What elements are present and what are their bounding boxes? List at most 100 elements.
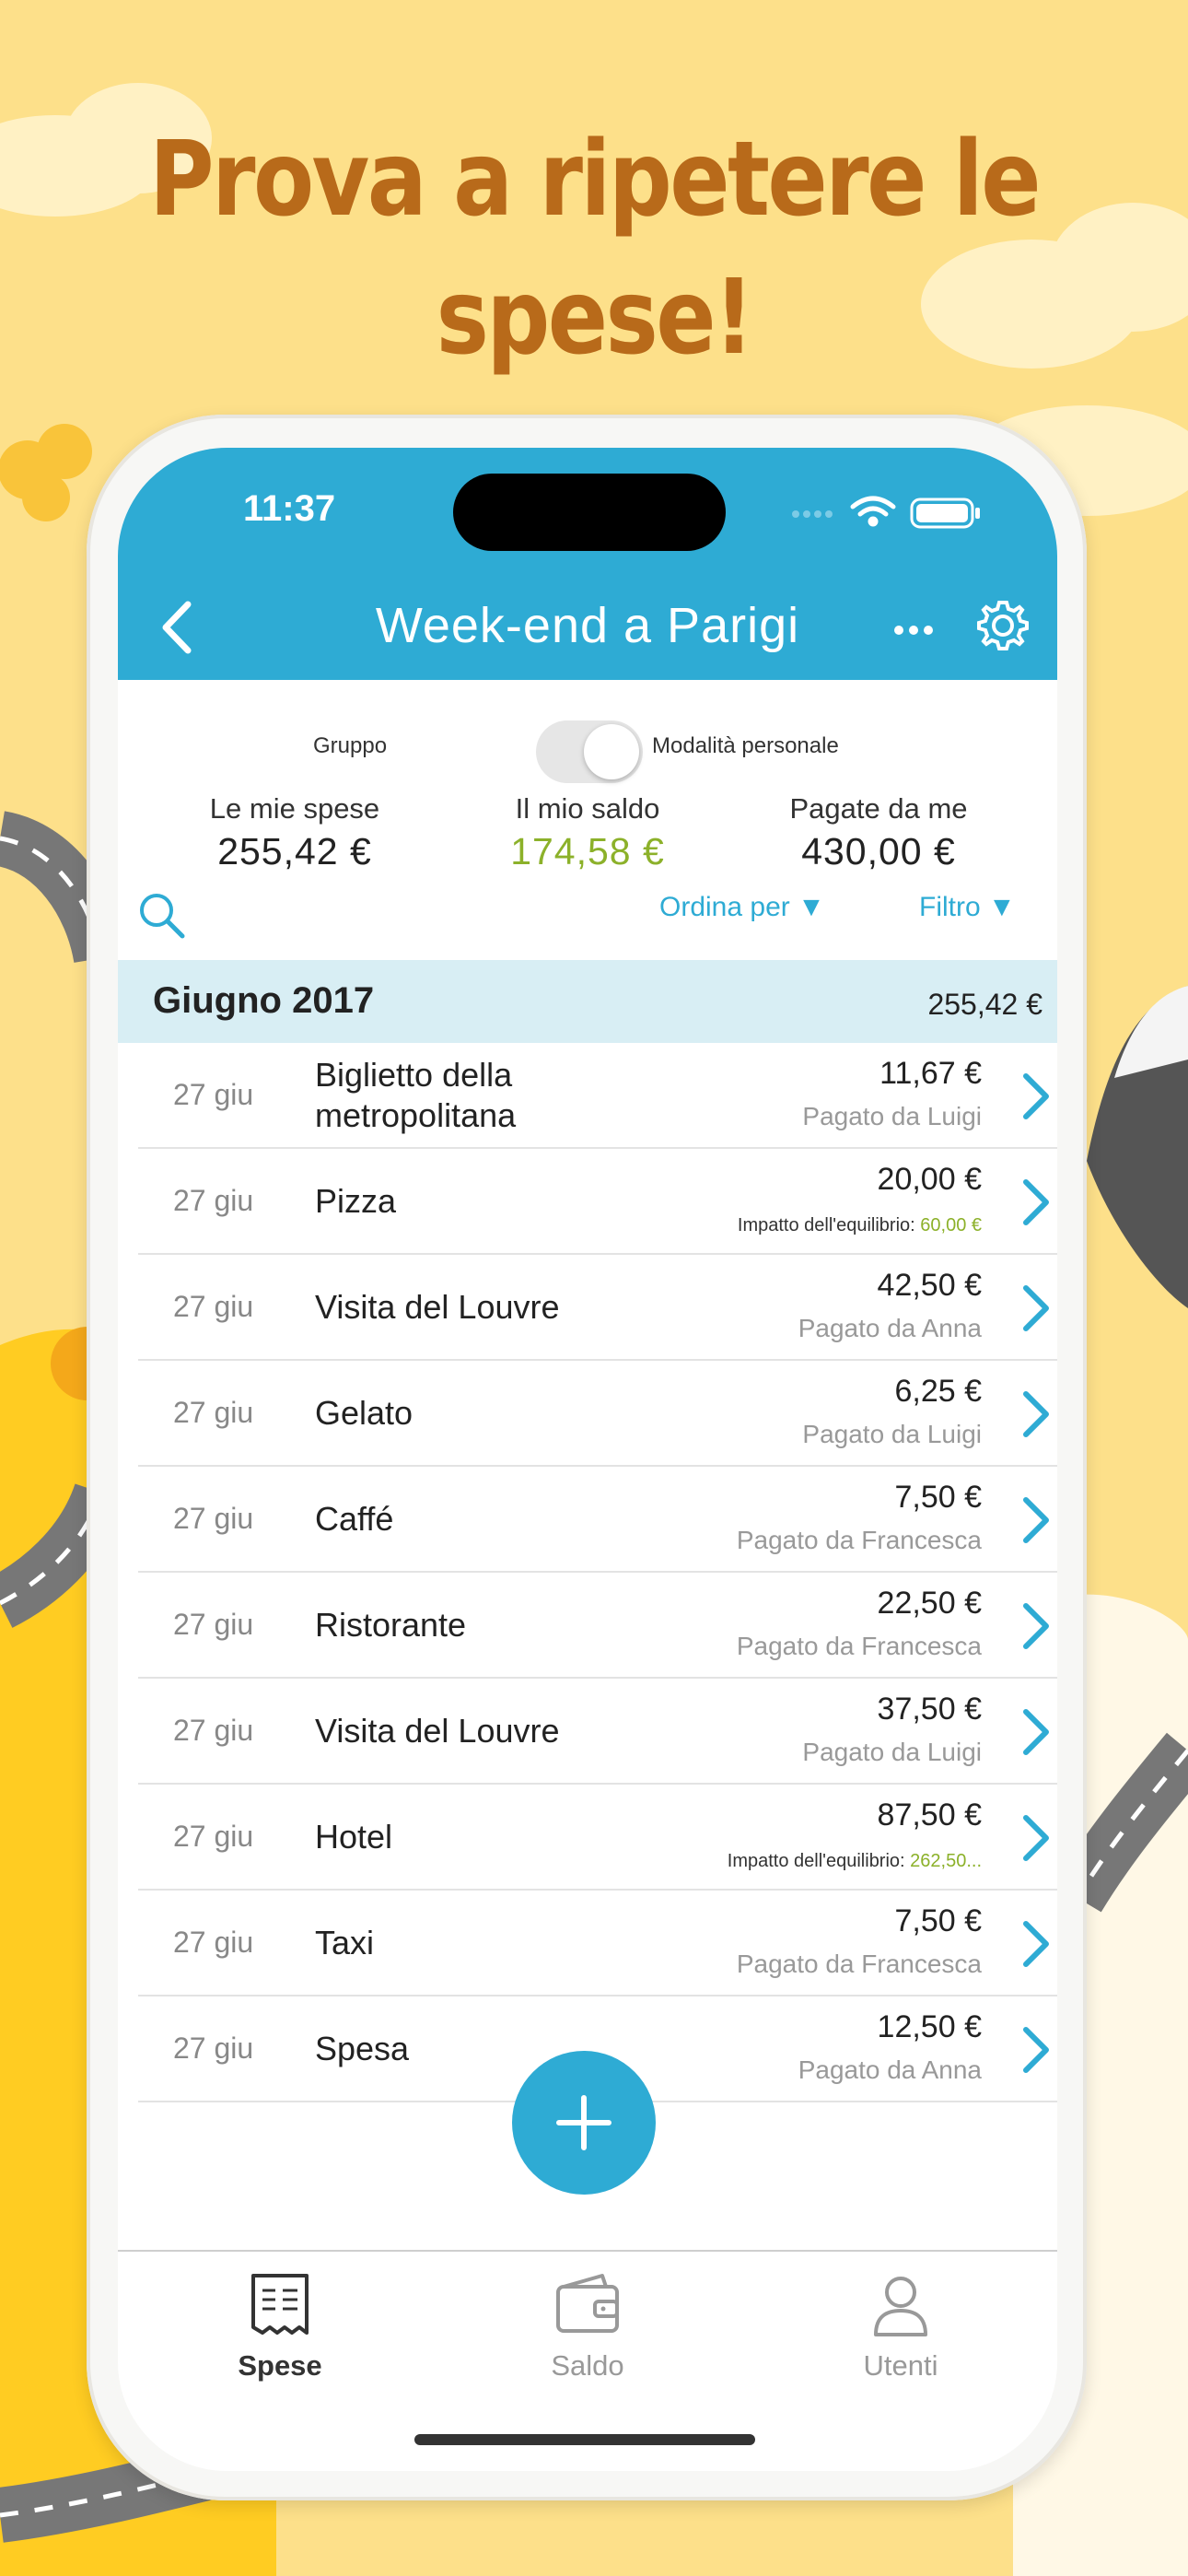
gear-icon[interactable] xyxy=(974,597,1031,654)
impact-label: Impatto dell'equilibrio: xyxy=(737,1215,921,1235)
home-indicator xyxy=(414,2434,755,2445)
balance-impact: Impatto dell'equilibrio: 60,00 € xyxy=(738,1215,982,1236)
battery-icon xyxy=(910,498,980,529)
paid-by: Pagato da Luigi xyxy=(802,1738,982,1766)
list-item[interactable]: 27 giu Ristorante 22,50 € Pagato da Frances… xyxy=(138,1573,1057,1679)
chevron-right-icon xyxy=(1023,1285,1049,1331)
expense-date: 27 giu xyxy=(173,1820,254,1853)
list-item[interactable]: 27 giu Visita del Louvre 42,50 € Pagato da … xyxy=(138,1255,1057,1361)
add-expense-button[interactable] xyxy=(512,2051,656,2195)
status-time: 11:37 xyxy=(243,488,336,529)
list-item[interactable]: 27 giu Biglietto della metropolitana 11,67… xyxy=(138,1043,1057,1149)
list-item[interactable]: 27 giu Caffé 7,50 € Pagato da Francesca xyxy=(138,1467,1057,1573)
list-item[interactable]: 27 giu Gelato 6,25 € Pagato da Luigi xyxy=(138,1361,1057,1467)
expense-amount: 22,50 € xyxy=(877,1586,982,1621)
chevron-right-icon xyxy=(1023,2027,1049,2073)
summary-my-balance: Il mio saldo 174,58 € xyxy=(449,790,726,875)
paid-by: Pagato da Anna xyxy=(798,2055,982,2084)
chevron-right-icon xyxy=(1023,1179,1049,1225)
filter-button[interactable]: Filtro ▼ xyxy=(919,892,1016,923)
expense-date: 27 giu xyxy=(173,1078,254,1111)
tab-balance[interactable]: Saldo xyxy=(486,2272,689,2383)
expense-name: Hotel xyxy=(315,1817,393,1856)
receipt-icon xyxy=(251,2274,309,2335)
navigation-bar: 11:37 Week-end a Parigi xyxy=(118,448,1057,680)
expense-amount: 20,00 € xyxy=(877,1162,982,1197)
expense-amount: 87,50 € xyxy=(877,1797,982,1832)
wallet-icon xyxy=(556,2274,619,2333)
expense-amount: 37,50 € xyxy=(877,1692,982,1727)
expense-date: 27 giu xyxy=(173,1714,254,1747)
expense-name: Ristorante xyxy=(315,1605,467,1644)
expense-name: Biglietto della metropolitana xyxy=(315,1055,517,1134)
impact-value: 262,50... xyxy=(910,1851,982,1871)
list-item[interactable]: 27 giu Taxi 7,50 € Pagato da Francesca xyxy=(138,1891,1057,1996)
expense-name: Caffé xyxy=(315,1499,394,1538)
summary-value: 174,58 € xyxy=(510,830,665,872)
expense-date: 27 giu xyxy=(173,1926,254,1959)
sort-button[interactable]: Ordina per ▼ xyxy=(659,892,825,923)
summary-label: Le mie spese xyxy=(209,792,380,825)
chevron-right-icon xyxy=(1023,1073,1049,1119)
toggle-label-group: Gruppo xyxy=(313,733,388,758)
expense-amount: 7,50 € xyxy=(894,1903,982,1938)
chevron-right-icon xyxy=(1023,1603,1049,1649)
expense-date: 27 giu xyxy=(173,1184,254,1217)
tab-users[interactable]: Utenti xyxy=(799,2272,1002,2383)
expense-date: 27 giu xyxy=(173,1502,254,1535)
app-screen: 11:37 Week-end a Parigi Gruppo Modalità … xyxy=(118,448,1057,2471)
month-section-header: Giugno 2017 255,42 € xyxy=(118,960,1057,1043)
expense-date: 27 giu xyxy=(173,2032,254,2065)
expense-name: Gelato xyxy=(315,1393,413,1432)
page-title: Week-end a Parigi xyxy=(375,598,800,653)
expense-name: Taxi xyxy=(315,1923,375,1961)
paid-by: Pagato da Francesca xyxy=(736,1526,982,1554)
tab-expenses[interactable]: Spese xyxy=(179,2272,381,2383)
list-item[interactable]: 27 giu Pizza 20,00 € Impatto dell'equilibri… xyxy=(138,1149,1057,1255)
toggle-label-personal: Modalità personale xyxy=(652,733,839,758)
paid-by: Pagato da Luigi xyxy=(802,1420,982,1448)
impact-value: 60,00 € xyxy=(920,1215,982,1235)
paid-by: Pagato da Francesca xyxy=(736,1950,982,1978)
paid-by: Pagato da Anna xyxy=(798,1314,982,1342)
summary-my-expenses: Le mie spese 255,42 € xyxy=(157,790,433,875)
list-item[interactable]: 27 giu Hotel 87,50 € Impatto dell'equilibri… xyxy=(138,1785,1057,1891)
balance-impact: Impatto dell'equilibrio: 262,50... xyxy=(728,1851,982,1872)
paid-by: Pagato da Luigi xyxy=(802,1102,982,1130)
chevron-right-icon xyxy=(1023,1391,1049,1437)
summary-stats: Le mie spese 255,42 € Il mio saldo 174,5… xyxy=(118,790,1057,892)
headline: Prova a ripetere le spese! xyxy=(83,111,1104,387)
search-icon[interactable] xyxy=(134,888,188,942)
plus-icon xyxy=(556,2095,611,2150)
month-title: Giugno 2017 xyxy=(153,980,375,1021)
expense-amount: 12,50 € xyxy=(877,2009,982,2044)
paid-by: Pagato da Francesca xyxy=(736,1632,982,1660)
summary-value: 430,00 € xyxy=(801,830,956,872)
list-item[interactable]: 27 giu Visita del Louvre 37,50 € Pagato da … xyxy=(138,1679,1057,1785)
expense-amount: 11,67 € xyxy=(879,1056,982,1091)
back-chevron-icon[interactable] xyxy=(149,595,204,660)
expense-name: Visita del Louvre xyxy=(315,1287,560,1326)
summary-value: 255,42 € xyxy=(217,830,372,872)
user-icon xyxy=(874,2277,927,2336)
mode-toggle[interactable] xyxy=(536,720,643,783)
expense-amount: 6,25 € xyxy=(894,1374,982,1409)
mode-toggle-row: Gruppo Modalità personale xyxy=(118,713,1057,787)
more-options-icon[interactable] xyxy=(886,612,941,649)
expense-amount: 7,50 € xyxy=(894,1480,982,1515)
toggle-knob xyxy=(584,724,639,779)
status-icons xyxy=(792,496,980,529)
chevron-right-icon xyxy=(1023,1709,1049,1755)
chevron-right-icon xyxy=(1023,1497,1049,1543)
month-total: 255,42 € xyxy=(927,988,1042,1021)
headline-text: Prova a ripetere le spese! xyxy=(149,120,1042,378)
tab-label: Saldo xyxy=(551,2349,624,2382)
chevron-right-icon xyxy=(1023,1921,1049,1967)
expense-date: 27 giu xyxy=(173,1608,254,1641)
expense-date: 27 giu xyxy=(173,1396,254,1429)
expense-name: Visita del Louvre xyxy=(315,1711,560,1750)
summary-label: Pagate da me xyxy=(789,792,968,825)
impact-label: Impatto dell'equilibrio: xyxy=(727,1851,911,1871)
expense-amount: 42,50 € xyxy=(877,1268,982,1303)
tab-label: Spese xyxy=(238,2349,322,2382)
